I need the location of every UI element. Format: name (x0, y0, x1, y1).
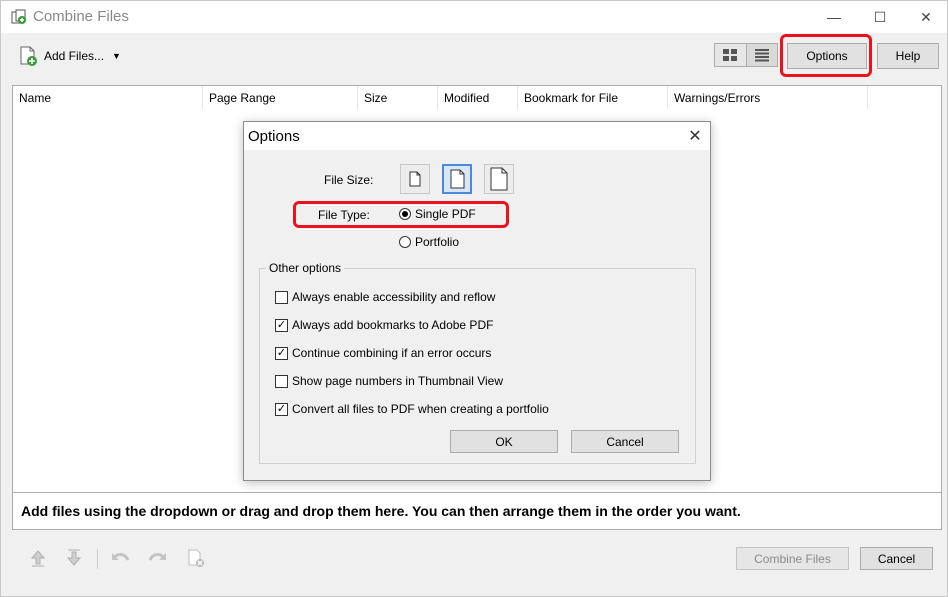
move-down-icon[interactable] (63, 547, 85, 569)
radio-portfolio[interactable]: Portfolio (399, 235, 459, 249)
title-bar: Combine Files — ☐ ✕ (1, 1, 947, 33)
checkbox-show-page-numbers[interactable]: Show page numbers in Thumbnail View (275, 374, 503, 388)
column-header-name[interactable]: Name (13, 86, 203, 109)
maximize-button[interactable]: ☐ (857, 1, 903, 33)
add-files-label: Add Files... (44, 49, 105, 63)
ok-button[interactable]: OK (450, 430, 558, 453)
other-options-group: Other options Always enable accessibilit… (259, 261, 696, 464)
combine-files-window: Combine Files — ☐ ✕ Add Files... ▼ Optio… (0, 0, 948, 597)
column-header-modified[interactable]: Modified (438, 86, 518, 109)
column-header-page-range[interactable]: Page Range (203, 86, 358, 109)
column-header-size[interactable]: Size (358, 86, 438, 109)
remove-file-icon[interactable] (185, 547, 207, 569)
thumbnail-view-icon[interactable] (715, 44, 746, 66)
dialog-title: Options (248, 128, 300, 145)
checkbox-label: Always add bookmarks to Adobe PDF (292, 318, 494, 332)
medium-page-icon[interactable] (442, 164, 472, 194)
help-button[interactable]: Help (877, 43, 939, 69)
checkbox-accessibility-reflow[interactable]: Always enable accessibility and reflow (275, 290, 495, 304)
close-window-button[interactable]: ✕ (903, 1, 948, 33)
add-file-icon (20, 46, 37, 66)
radio-unselected-indicator (399, 236, 411, 248)
checkbox-label: Always enable accessibility and reflow (292, 290, 496, 304)
column-header-bookmark[interactable]: Bookmark for File (518, 86, 668, 109)
checkbox-convert-to-pdf[interactable]: ✓ Convert all files to PDF when creating… (275, 402, 549, 416)
move-up-icon[interactable] (27, 547, 49, 569)
column-header-warnings[interactable]: Warnings/Errors (668, 86, 868, 109)
cancel-button[interactable]: Cancel (860, 547, 933, 570)
checkmark-icon: ✓ (275, 346, 288, 360)
redo-icon[interactable] (146, 547, 168, 569)
options-highlight (780, 34, 872, 77)
radio-portfolio-label: Portfolio (415, 235, 460, 249)
combine-files-app-icon (11, 9, 26, 24)
checkbox-unchecked (275, 374, 288, 388)
dialog-title-bar: Options ✕ (244, 122, 710, 150)
file-size-label: File Size: (324, 173, 374, 187)
checkmark-icon: ✓ (275, 402, 288, 416)
checkbox-label: Convert all files to PDF when creating a… (292, 402, 549, 416)
add-files-dropdown[interactable]: Add Files... ▼ (17, 45, 121, 67)
dialog-cancel-button[interactable]: Cancel (571, 430, 679, 453)
chevron-down-icon: ▼ (112, 51, 121, 61)
toolbar-separator (97, 549, 98, 569)
checkbox-label: Continue combining if an error occurs (292, 346, 492, 360)
combine-files-button[interactable]: Combine Files (736, 547, 849, 570)
checkbox-unchecked (275, 290, 288, 304)
checkbox-continue-on-error[interactable]: ✓ Continue combining if an error occurs (275, 346, 491, 360)
minimize-button[interactable]: — (811, 1, 857, 33)
list-view-icon[interactable] (745, 44, 777, 66)
small-page-icon[interactable] (400, 164, 430, 194)
other-options-label: Other options (266, 261, 345, 275)
close-icon[interactable]: ✕ (684, 125, 706, 147)
window-title: Combine Files (33, 8, 129, 25)
view-toggle (714, 43, 778, 67)
checkbox-label: Show page numbers in Thumbnail View (292, 374, 504, 388)
options-dialog: Options ✕ File Size: File Type: Single P… (243, 121, 711, 481)
drop-hint: Add files using the dropdown or drag and… (13, 492, 941, 529)
checkmark-icon: ✓ (275, 318, 288, 332)
file-type-highlight (293, 201, 509, 228)
checkbox-add-bookmarks[interactable]: ✓ Always add bookmarks to Adobe PDF (275, 318, 493, 332)
large-page-icon[interactable] (484, 164, 514, 194)
undo-icon[interactable] (110, 547, 132, 569)
